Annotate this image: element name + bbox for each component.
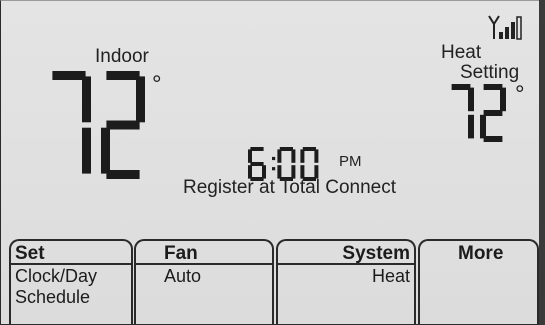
indoor-digit-segment bbox=[101, 127, 110, 174]
setting-label: Setting bbox=[460, 62, 520, 83]
set-clock-day-option[interactable]: Clock/Day bbox=[15, 266, 97, 287]
set-softkey-title: Set bbox=[15, 243, 45, 264]
indoor-digit-segment bbox=[106, 71, 140, 80]
setpoint-digit-segment bbox=[480, 114, 486, 139]
clock-digit-segment bbox=[277, 149, 282, 163]
status-message-text: Register at Total Connect bbox=[183, 177, 396, 198]
status-message: Register at Total Connect bbox=[1, 177, 544, 199]
system-softkey[interactable]: System Heat bbox=[276, 239, 416, 324]
clock-digit-segment bbox=[279, 147, 293, 151]
setpoint-digit-segment bbox=[451, 84, 471, 90]
setpoint-digit-segment bbox=[468, 114, 474, 139]
fan-softkey[interactable]: Fan Auto bbox=[134, 239, 274, 324]
indoor-label: Indoor bbox=[95, 46, 149, 67]
indoor-digit-segment bbox=[106, 120, 140, 130]
setpoint-degree-symbol: ° bbox=[515, 81, 525, 108]
device-bezel bbox=[539, 0, 545, 325]
setpoint-digit-segment bbox=[468, 87, 474, 112]
clock-digit-segment bbox=[302, 147, 316, 151]
thermostat-display: Indoor ° Heat Setting ° PM Register at T… bbox=[0, 0, 545, 325]
setpoint-digit-segment bbox=[483, 110, 503, 116]
clock-digit-segment bbox=[314, 149, 319, 163]
clock-digit-segment bbox=[250, 147, 264, 151]
fan-mode-value: Auto bbox=[164, 266, 202, 286]
system-mode-value: Heat bbox=[371, 266, 410, 286]
indoor-digit-segment bbox=[82, 76, 91, 123]
more-softkey[interactable]: More bbox=[418, 239, 539, 324]
indoor-digit-segment bbox=[136, 76, 145, 123]
indoor-digit-segment bbox=[82, 127, 91, 174]
set-schedule-option[interactable]: Schedule bbox=[15, 287, 90, 308]
indoor-digit-segment bbox=[52, 71, 86, 80]
indoor-degree-symbol: ° bbox=[152, 71, 162, 98]
heat-label: Heat bbox=[441, 42, 482, 63]
more-softkey-title: More bbox=[458, 243, 504, 264]
clock-period: PM bbox=[339, 153, 362, 170]
system-softkey-divider bbox=[278, 263, 414, 265]
setpoint-digit-segment bbox=[483, 84, 503, 90]
heat-setpoint-temperature[interactable] bbox=[448, 84, 510, 146]
clock-digit-segment bbox=[300, 149, 305, 163]
fan-softkey-divider bbox=[136, 263, 272, 265]
system-softkey-title: System bbox=[342, 243, 410, 264]
wifi-signal-icon bbox=[488, 15, 522, 40]
indoor-temperature bbox=[52, 71, 145, 179]
clock-digit-segment bbox=[250, 162, 264, 166]
setpoint-digit-segment bbox=[500, 87, 506, 112]
setpoint-digit-segment bbox=[483, 136, 503, 142]
set-softkey-divider bbox=[11, 263, 131, 265]
set-softkey[interactable]: Set Clock/Day Schedule bbox=[9, 239, 133, 324]
clock-digit-segment bbox=[291, 149, 296, 163]
clock-digit-segment bbox=[248, 149, 252, 163]
clock-digit-colon-dot bbox=[272, 167, 276, 171]
clock-digit-colon-dot bbox=[272, 156, 276, 161]
fan-softkey-title: Fan bbox=[164, 243, 198, 264]
